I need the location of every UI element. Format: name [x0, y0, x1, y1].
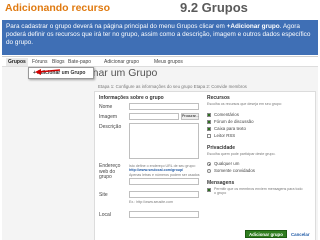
intro-box: Para cadastrar o grupo deverá na página …: [2, 20, 318, 55]
submit-group-button[interactable]: Adicionar grupo: [245, 230, 287, 238]
web-address-label: Endereço web do grupo: [99, 163, 121, 180]
web-hint-2: Apenas letras e números podem ser usados: [129, 172, 200, 177]
feature-checkbox-3[interactable]: [207, 127, 211, 131]
web-address-input[interactable]: [129, 178, 199, 185]
app-screenshot: Grupos Fóruns Blogs Bate-papo Adicionar …: [2, 56, 318, 240]
top-nav: Grupos Fóruns Blogs Bate-papo Adicionar …: [2, 57, 318, 67]
feature-label-4: Leitor RSS: [214, 133, 236, 138]
privacy-label-2: Somente convidados: [214, 168, 256, 173]
privacy-radio-2[interactable]: [207, 169, 211, 173]
slide-title-left: Adicionando recurso: [5, 2, 111, 14]
slide-title-right: 9.2 Grupos: [180, 0, 248, 15]
slide-header: Adicionando recurso 9.2 Grupos: [0, 0, 320, 20]
messages-title: Mensagens: [207, 180, 235, 186]
feature-checkbox-2[interactable]: [207, 120, 211, 124]
local-label: Local: [99, 212, 111, 218]
group-form: Informações sobre o grupo Nome Imagem Pr…: [94, 91, 316, 240]
privacy-hint: Escolha quem pode participar deste grupo…: [207, 152, 276, 156]
group-info-title: Informações sobre o grupo: [99, 95, 164, 101]
add-group-menu-item[interactable]: + Adicionar um Grupo: [28, 67, 94, 79]
feature-checkbox-4[interactable]: [207, 134, 211, 138]
tab-bate-papo[interactable]: Bate-papo: [66, 58, 93, 66]
name-input[interactable]: [129, 103, 199, 110]
privacy-radio-1[interactable]: [207, 162, 211, 166]
web-hint: Isto define o endereço URL de seu grupo:…: [129, 164, 201, 177]
intro-text-bold: +Adicionar grupo: [226, 23, 280, 30]
intro-text-part1: Para cadastrar o grupo deverá na página …: [6, 23, 227, 30]
description-textarea[interactable]: [129, 123, 199, 159]
privacy-label-1: Qualquer um: [214, 161, 240, 166]
cancel-link[interactable]: Cancelar: [291, 232, 310, 237]
nav-adicionar-grupo[interactable]: Adicionar grupo: [102, 58, 141, 66]
image-input[interactable]: [129, 113, 179, 120]
feature-label-1: Comentários: [214, 112, 239, 117]
name-label: Nome: [99, 104, 113, 110]
nav-meus-grupos[interactable]: Meus grupos: [152, 58, 185, 66]
site-hint: Ex.: http://www.seusite.com: [129, 200, 173, 204]
tab-foruns[interactable]: Fóruns: [30, 58, 50, 66]
site-label: Site: [99, 192, 108, 198]
site-input[interactable]: [129, 191, 199, 198]
description-label: Descrição: [99, 124, 122, 130]
messages-checkbox[interactable]: [207, 188, 211, 192]
privacy-title: Privacidade: [207, 145, 236, 151]
features-title: Recursos: [207, 95, 230, 101]
image-label: Imagem: [99, 114, 118, 120]
browse-button[interactable]: Procurar...: [181, 113, 199, 120]
messages-hint: Permitir que os membros enviem mensagens…: [214, 187, 303, 196]
feature-label-3: Caixa para texto: [214, 126, 246, 131]
tab-blogs[interactable]: Blogs: [50, 58, 67, 66]
tab-grupos[interactable]: Grupos: [6, 58, 28, 66]
feature-label-2: Fórum de discussão: [214, 119, 254, 124]
features-hint: Escolha os recursos que deseja em seu gr…: [207, 102, 282, 106]
feature-checkbox-1[interactable]: [207, 113, 211, 117]
breadcrumb: Etapa 1: Configure as informações do seu…: [98, 84, 247, 89]
local-input[interactable]: [129, 211, 199, 218]
